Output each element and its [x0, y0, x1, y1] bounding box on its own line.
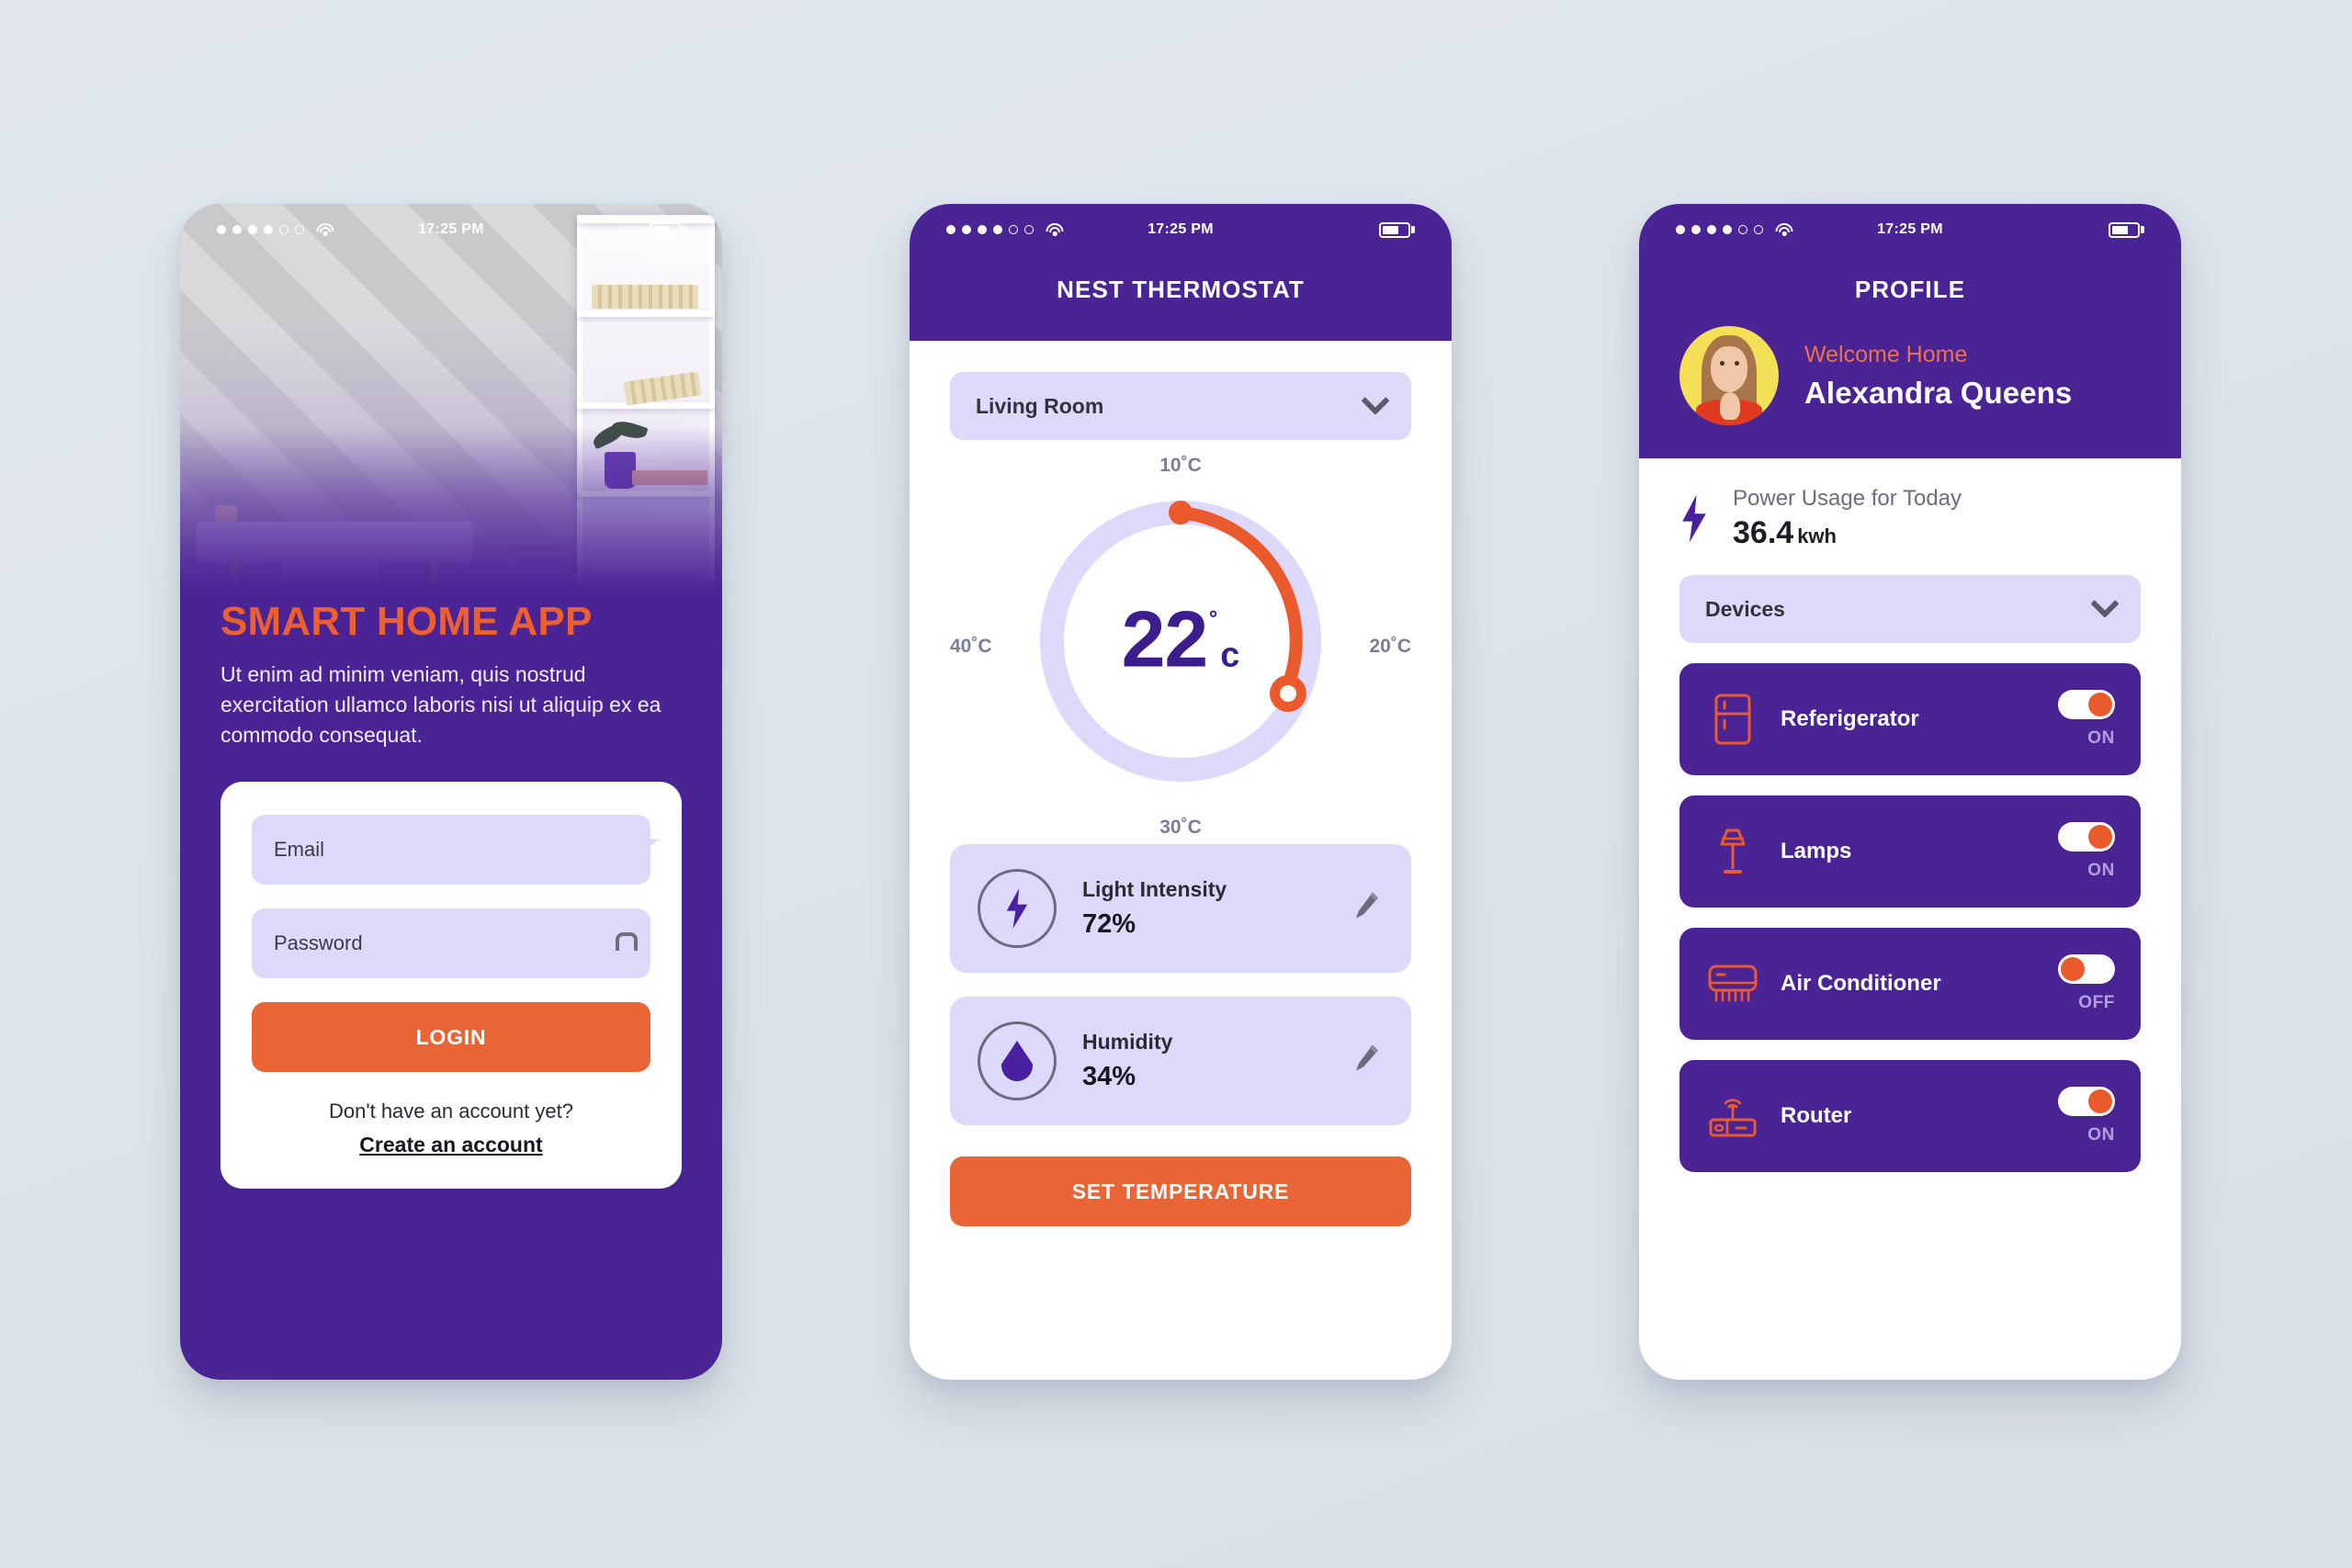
- app-description: Ut enim ad minim veniam, quis nostrud ex…: [220, 662, 662, 748]
- humidity-value: 34%: [1082, 1062, 1136, 1091]
- device-name: Air Conditioner: [1781, 971, 1941, 996]
- signup-footer: Don't have an account yet? Create an acc…: [252, 1100, 650, 1157]
- login-form-card: Email Password LOGIN Don't have an accou…: [220, 782, 682, 1190]
- password-field[interactable]: Password: [252, 908, 650, 979]
- bolt-icon: [1682, 494, 1706, 543]
- humidity-label: Humidity: [1082, 1030, 1173, 1054]
- password-placeholder: Password: [274, 931, 363, 955]
- device-toggle[interactable]: [2058, 822, 2115, 852]
- power-usage: Power Usage for Today 36.4 kwh: [1679, 486, 2141, 551]
- degree-symbol: ˚: [1209, 608, 1219, 639]
- device-row-lamps[interactable]: Lamps ON: [1679, 795, 2141, 908]
- device-name: Router: [1781, 1103, 1852, 1128]
- devices-select-value: Devices: [1705, 596, 1785, 621]
- pencil-icon[interactable]: [1352, 1043, 1380, 1079]
- room-select[interactable]: Living Room: [950, 372, 1411, 440]
- power-usage-label: Power Usage for Today: [1733, 486, 1962, 511]
- status-time: 17:25 PM: [1148, 221, 1214, 237]
- bolt-icon: [978, 869, 1057, 948]
- chevron-down-icon: [2090, 589, 2120, 618]
- pencil-icon[interactable]: [1352, 891, 1380, 927]
- login-button[interactable]: LOGIN: [252, 1002, 650, 1073]
- profile-content: Power Usage for Today 36.4 kwh Devices Re…: [1639, 458, 2181, 1172]
- device-state: OFF: [2078, 993, 2115, 1012]
- humidity-card: Humidity 34%: [950, 997, 1411, 1125]
- avatar[interactable]: [1679, 326, 1779, 425]
- login-screen: 17:25 PM SMART HOME APP Ut enim ad minim…: [180, 204, 722, 1380]
- page-title: PROFILE: [1854, 276, 1966, 303]
- hero-photo: 17:25 PM: [180, 204, 722, 590]
- welcome-text: Welcome Home: [1804, 341, 1968, 367]
- email-field[interactable]: Email: [252, 815, 650, 886]
- signup-question: Don't have an account yet?: [329, 1100, 573, 1123]
- dial-label-bottom: 30˚C: [1159, 817, 1202, 838]
- thermostat-header: 17:25 PM NEST THERMOSTAT: [910, 204, 1452, 341]
- temperature-value: 22: [1121, 595, 1209, 684]
- device-row-air-conditioner[interactable]: Air Conditioner OFF: [1679, 928, 2141, 1040]
- screens-canvas: 17:25 PM SMART HOME APP Ut enim ad minim…: [0, 0, 2352, 1568]
- login-content: SMART HOME APP Ut enim ad minim veniam, …: [180, 571, 722, 1190]
- temperature-unit: c: [1220, 636, 1240, 675]
- status-time: 17:25 PM: [1877, 221, 1943, 237]
- page-title: NEST THERMOSTAT: [1057, 276, 1305, 303]
- set-temperature-button[interactable]: SET TEMPERATURE: [950, 1156, 1411, 1226]
- create-account-link[interactable]: Create an account: [252, 1133, 650, 1157]
- thermostat-screen: 17:25 PM NEST THERMOSTAT Living Room 10˚…: [910, 204, 1452, 1380]
- device-state: ON: [2087, 728, 2115, 748]
- light-intensity-card: Light Intensity 72%: [950, 844, 1411, 973]
- status-bar: 17:25 PM: [910, 204, 1452, 255]
- device-toggle[interactable]: [2058, 954, 2115, 984]
- status-bar: 17:25 PM: [180, 204, 722, 255]
- temperature-dial[interactable]: 10˚C 20˚C 30˚C 40˚C 22 ˚ c: [950, 449, 1411, 844]
- device-state: ON: [2087, 1125, 2115, 1145]
- profile-header: 17:25 PM PROFILE Welcome Home Alexandra …: [1639, 204, 2181, 458]
- device-row-refrigerator[interactable]: Referigerator ON: [1679, 663, 2141, 775]
- dial-label-left: 40˚C: [950, 636, 992, 657]
- water-drop-icon: [978, 1021, 1057, 1100]
- room-select-value: Living Room: [976, 393, 1104, 418]
- app-title: SMART HOME APP: [220, 599, 593, 644]
- router-icon: [1707, 1094, 1758, 1138]
- device-toggle[interactable]: [2058, 1087, 2115, 1116]
- user-name: Alexandra Queens: [1804, 375, 2073, 410]
- profile-screen: 17:25 PM PROFILE Welcome Home Alexandra …: [1639, 204, 2181, 1380]
- air-conditioner-icon: [1707, 963, 1758, 1005]
- device-state: ON: [2087, 861, 2115, 880]
- user-identity: Welcome Home Alexandra Queens: [1639, 304, 2181, 425]
- device-name: Referigerator: [1781, 706, 1919, 731]
- dial-label-right: 20˚C: [1369, 636, 1411, 657]
- refrigerator-icon: [1707, 694, 1758, 745]
- device-toggle[interactable]: [2058, 690, 2115, 719]
- chevron-down-icon: [1361, 386, 1390, 415]
- status-time: 17:25 PM: [418, 221, 484, 237]
- device-row-router[interactable]: Router ON: [1679, 1060, 2141, 1172]
- photo-gradient-overlay: [180, 426, 722, 590]
- light-intensity-label: Light Intensity: [1082, 877, 1227, 901]
- power-usage-value: 36.4: [1733, 515, 1794, 550]
- thermostat-content: Living Room 10˚C 20˚C 30˚C 40˚C 22 ˚ c L…: [910, 341, 1452, 1226]
- power-usage-unit: kwh: [1797, 525, 1837, 547]
- dial-label-top: 10˚C: [1159, 455, 1202, 476]
- devices-list: Referigerator ON Lamps ON Air Conditione…: [1679, 663, 2141, 1172]
- temperature-readout: 22 ˚ c: [1121, 595, 1240, 684]
- devices-select[interactable]: Devices: [1679, 575, 2141, 643]
- lamp-icon: [1707, 826, 1758, 877]
- device-name: Lamps: [1781, 839, 1852, 863]
- status-bar: 17:25 PM: [1639, 204, 2181, 255]
- light-intensity-value: 72%: [1082, 909, 1136, 939]
- email-placeholder: Email: [274, 838, 325, 862]
